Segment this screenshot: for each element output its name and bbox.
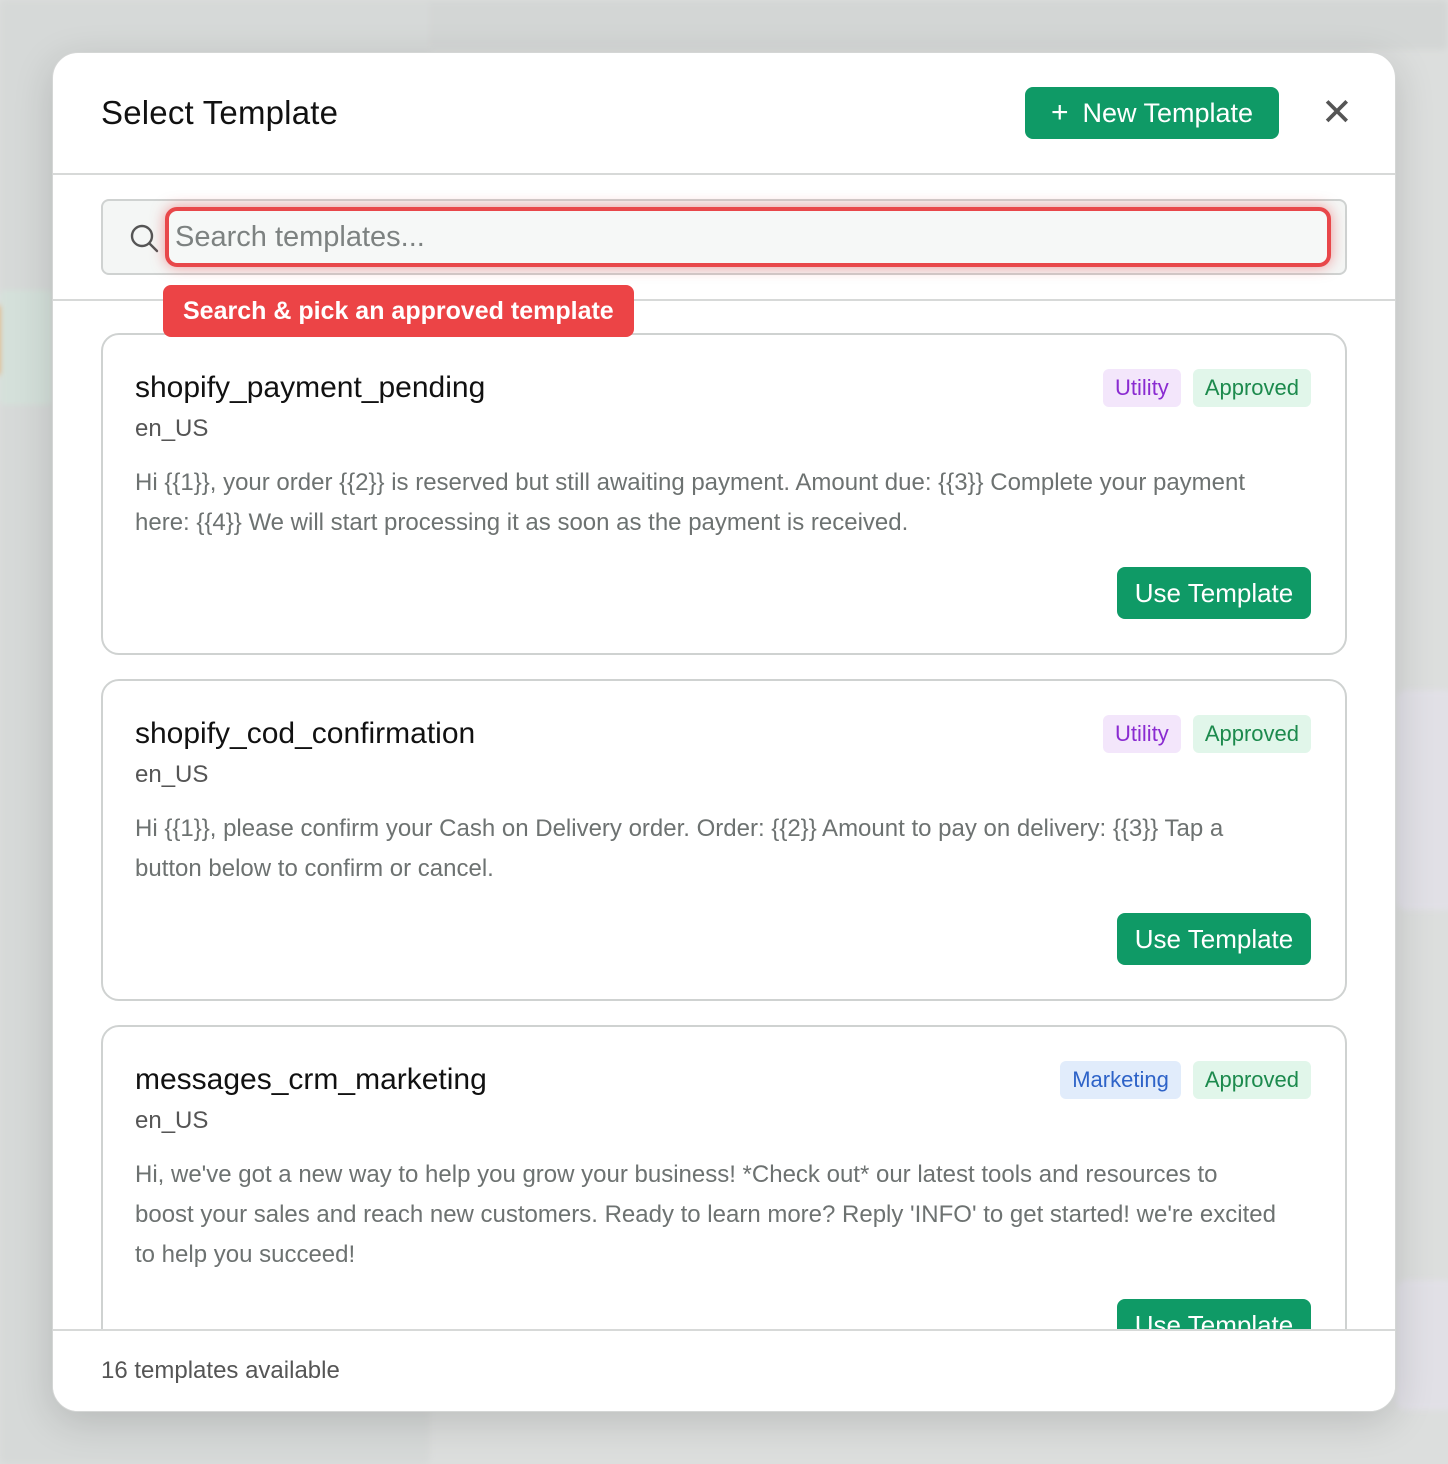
search-hint-tooltip: Search & pick an approved template [163,285,634,337]
category-badge: Utility [1103,369,1181,407]
modal-footer: 16 templates available [53,1329,1395,1411]
search-box [101,199,1347,275]
status-badge: Approved [1192,369,1311,407]
template-card: shopify_payment_pending Utility Approved… [101,333,1347,655]
search-zone [53,175,1395,301]
plus-icon: + [1050,96,1069,129]
template-language: en_US [135,415,209,442]
template-body: Hi {{1}}, your order {{2}} is reserved b… [135,469,1246,536]
new-template-button[interactable]: + New Template [1025,87,1279,139]
template-name: shopify_cod_confirmation [135,717,476,750]
category-badge: Marketing [1060,1061,1181,1099]
template-card: messages_crm_marketing Marketing Approve… [101,1025,1347,1331]
close-icon[interactable]: ✕ [1321,94,1353,132]
category-badge: Utility [1103,715,1181,753]
new-template-label: New Template [1082,97,1254,128]
use-template-button[interactable]: Use Template [1117,913,1311,965]
header-actions: + New Template ✕ [1025,87,1353,139]
modal-title: Select Template [101,94,339,131]
search-icon [130,224,159,253]
select-template-modal: Select Template + New Template ✕ Search … [52,52,1396,1412]
status-badge: Approved [1192,715,1311,753]
template-name: messages_crm_marketing [135,1063,487,1096]
template-name: shopify_payment_pending [135,371,486,404]
template-body: Hi {{1}}, please confirm your Cash on De… [135,815,1224,882]
search-input[interactable] [165,207,1331,267]
template-body: Hi, we've got a new way to help you grow… [135,1161,1276,1268]
template-language: en_US [135,1107,209,1134]
template-language: en_US [135,761,209,788]
modal-header: Select Template + New Template ✕ [53,53,1395,175]
template-count: 16 templates available [101,1357,340,1384]
use-template-button[interactable]: Use Template [1117,1299,1311,1331]
template-list[interactable]: shopify_payment_pending Utility Approved… [53,301,1395,1331]
template-card: shopify_cod_confirmation Utility Approve… [101,679,1347,1001]
use-template-button[interactable]: Use Template [1117,567,1311,619]
status-badge: Approved [1192,1061,1311,1099]
